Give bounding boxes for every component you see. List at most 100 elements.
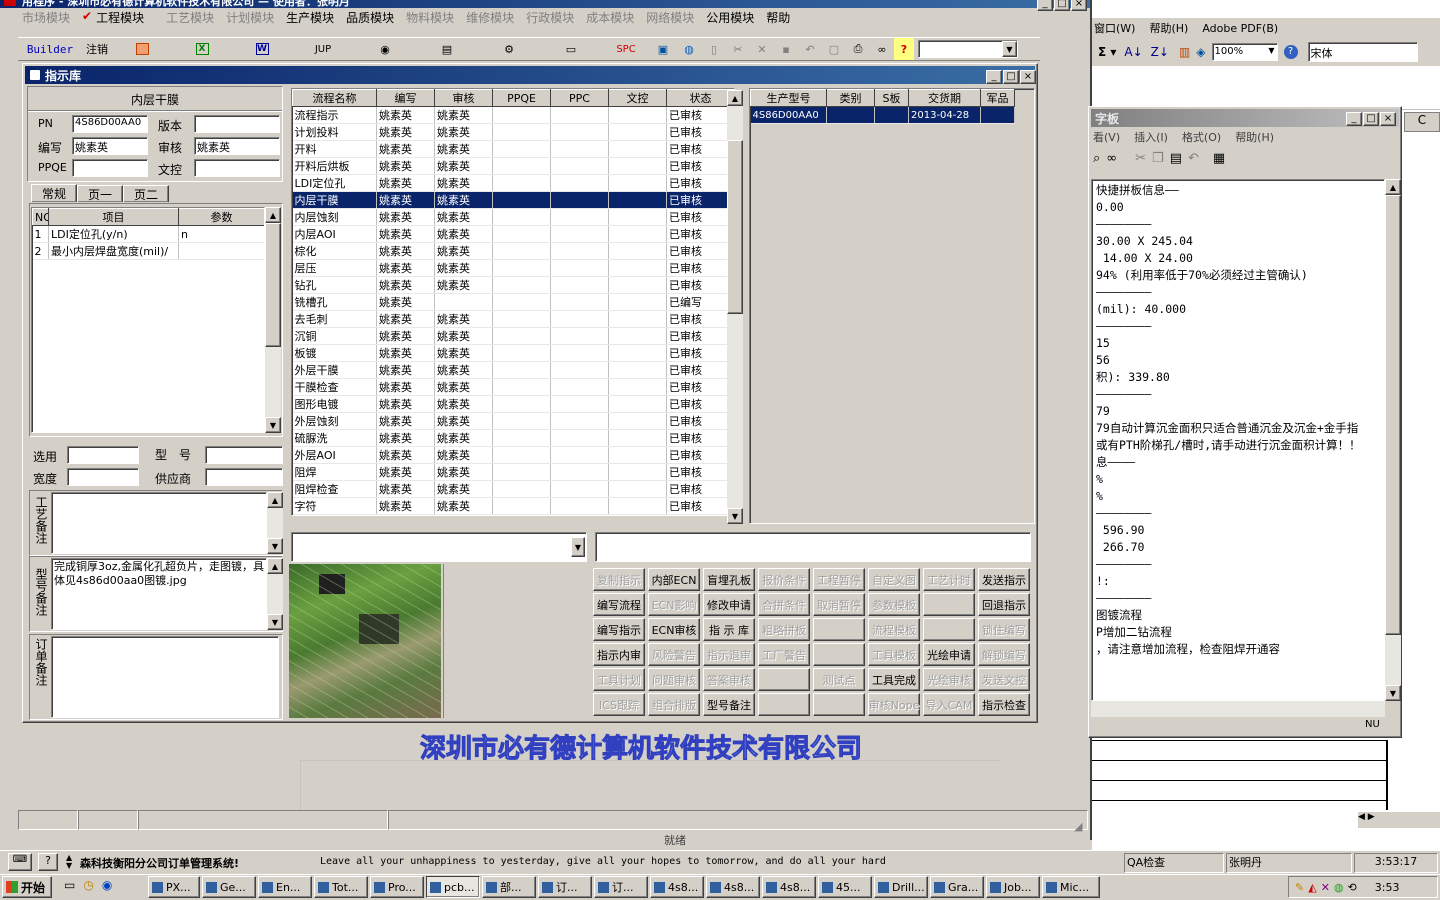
jup-button[interactable]: JUP xyxy=(292,38,354,60)
taskbar-item[interactable]: 部... xyxy=(482,876,536,898)
action-button[interactable]: 光绘审核 xyxy=(923,668,975,691)
writer-field[interactable]: 姚素英 xyxy=(72,137,148,155)
taskbar-item[interactable]: Pro... xyxy=(370,876,424,898)
sort-descending-icon[interactable]: Z↓ xyxy=(1151,45,1169,59)
save-icon[interactable]: ▣ xyxy=(650,38,676,60)
flow-row[interactable]: 铣槽孔 姚素英 已编写 xyxy=(292,293,734,311)
document-stack-icon[interactable]: ▤ xyxy=(416,38,478,60)
disk-icon[interactable]: ▪ xyxy=(774,38,798,60)
flow-row[interactable]: 外层干膜 姚素英 姚素英 已审核 xyxy=(292,361,734,379)
taskbar-item[interactable]: Job... xyxy=(986,876,1040,898)
action-button[interactable]: 自定义图 xyxy=(868,568,920,591)
pn-field[interactable]: 4S86D00AA0 xyxy=(72,115,148,133)
action-button[interactable]: 审核Nope xyxy=(868,693,920,716)
notepad-scrollbar[interactable]: ▲ ▼ xyxy=(1385,179,1401,701)
action-button[interactable] xyxy=(923,593,975,616)
param-col-value[interactable]: 参数 xyxy=(178,208,264,226)
action-button[interactable]: 组合排版 xyxy=(648,693,700,716)
minimize-button[interactable]: _ xyxy=(1346,112,1362,126)
doc-control-field[interactable] xyxy=(194,159,280,177)
menu-material[interactable]: 物料模块 xyxy=(406,9,454,27)
action-button[interactable]: 光绘申请 xyxy=(923,643,975,666)
action-button[interactable]: 编写流程 xyxy=(593,593,645,616)
model-row[interactable]: 4S86D00AA0 2013-04-28 xyxy=(750,106,1015,124)
taskbar-item[interactable]: 4s8... xyxy=(706,876,760,898)
scroll-down-icon[interactable]: ▼ xyxy=(1385,685,1401,701)
order-remark-text[interactable] xyxy=(51,636,279,718)
scroll-up-icon[interactable]: ▲ xyxy=(267,558,283,574)
flow-col-name[interactable]: 流程名称 xyxy=(292,89,377,107)
chevron-down-icon[interactable]: ▼ xyxy=(571,537,585,557)
ppqe-field[interactable] xyxy=(72,159,148,177)
taskbar-item[interactable]: PX... xyxy=(148,876,200,898)
undo-icon[interactable]: ↶ xyxy=(798,38,822,60)
flow-row[interactable]: 阻焊 姚素英 姚素英 已审核 xyxy=(292,463,734,481)
action-button[interactable]: 粗略拼板 xyxy=(758,618,810,641)
flow-row[interactable]: LDI定位孔 姚素英 姚素英 已审核 xyxy=(292,174,734,192)
help-icon[interactable]: ? xyxy=(38,853,58,871)
model-remark-text[interactable]: 完成铜厚3oz,金属化孔超负片，走图镀，具体见4s86d00aa0图镀.jpg xyxy=(51,558,267,630)
autosum-icon[interactable]: Σ ▾ xyxy=(1098,45,1116,59)
preview-icon[interactable]: ▢ xyxy=(822,38,846,60)
flow-row[interactable]: 图形电镀 姚素英 姚素英 已审核 xyxy=(292,395,734,413)
select-field[interactable] xyxy=(67,446,139,464)
flow-row[interactable]: 干膜检查 姚素英 姚素英 已审核 xyxy=(292,378,734,396)
start-button[interactable]: 开始 xyxy=(2,876,52,898)
font-box[interactable]: 宋体 xyxy=(1307,42,1418,62)
menu-engineering[interactable]: 工程模块 xyxy=(96,9,144,27)
flow-row[interactable]: 内层蚀刻 姚素英 姚素英 已审核 xyxy=(292,208,734,226)
resize-grip-icon[interactable]: ◢ xyxy=(1074,820,1082,833)
action-button[interactable]: 编写指示 xyxy=(593,618,645,641)
flow-row[interactable]: 去毛刺 姚素英 姚素英 已审核 xyxy=(292,310,734,328)
process-remark-text[interactable] xyxy=(51,492,267,554)
action-button[interactable]: 工具完成 xyxy=(868,668,920,691)
taskbar-item[interactable]: 4s8... xyxy=(650,876,704,898)
toolbar-combo[interactable]: ▼ xyxy=(918,40,1018,58)
paste-icon[interactable]: ▤ xyxy=(1170,151,1182,166)
model-col-due[interactable]: 交货期 xyxy=(908,89,981,107)
cut-icon[interactable]: ✂ xyxy=(726,38,750,60)
action-button[interactable]: 导入CAM xyxy=(923,693,975,716)
maximize-button[interactable]: □ xyxy=(1003,70,1019,84)
action-button[interactable] xyxy=(813,643,865,666)
flow-row[interactable]: 层压 姚素英 姚素英 已审核 xyxy=(292,259,734,277)
action-button[interactable]: 风险警告 xyxy=(648,643,700,666)
scroll-up-icon[interactable]: ▲ xyxy=(265,207,281,223)
action-button[interactable]: 锁住编写 xyxy=(978,618,1030,641)
close-button[interactable]: × xyxy=(1071,0,1087,11)
model-col-military[interactable]: 军品 xyxy=(980,89,1015,107)
action-button[interactable] xyxy=(813,618,865,641)
menu-network[interactable]: 网络模块 xyxy=(646,9,694,27)
param-row[interactable]: 1 LDI定位孔(y/n) n xyxy=(32,225,264,243)
keyboard-icon[interactable]: ⌨ xyxy=(8,853,32,871)
powerpoint-icon[interactable] xyxy=(112,38,172,60)
action-button[interactable]: 流程模板 xyxy=(868,618,920,641)
copy-icon[interactable]: ❐ xyxy=(1152,151,1164,166)
scroll-down-icon[interactable]: ▼ xyxy=(267,614,283,630)
excel-menu-window[interactable]: 窗口(W) xyxy=(1094,20,1135,36)
action-button[interactable]: ECN影响 xyxy=(648,593,700,616)
flow-row[interactable]: 外层AOI 姚素英 姚素英 已审核 xyxy=(292,446,734,464)
computer-icon[interactable]: ▭ xyxy=(540,38,602,60)
action-button[interactable]: 指示检查 xyxy=(978,693,1030,716)
scroll-down-icon[interactable]: ▼ xyxy=(265,417,281,433)
action-button[interactable]: ECN审核 xyxy=(648,618,700,641)
flow-col-reviewer[interactable]: 审核 xyxy=(434,89,493,107)
tray-refresh-icon[interactable]: ⟲ xyxy=(1348,881,1357,894)
flow-row[interactable]: 棕化 姚素英 姚素英 已审核 xyxy=(292,242,734,260)
action-button[interactable] xyxy=(758,693,810,716)
reviewer-field[interactable]: 姚素英 xyxy=(194,137,280,155)
minimize-button[interactable]: _ xyxy=(986,70,1002,84)
excel-menu-help[interactable]: 帮助(H) xyxy=(1149,20,1188,36)
flow-row[interactable]: 字符 姚素英 姚素英 已审核 xyxy=(292,497,734,515)
action-button[interactable]: 解锁编写 xyxy=(978,643,1030,666)
close-button[interactable]: × xyxy=(1020,70,1036,84)
model-col-s[interactable]: S板 xyxy=(874,89,909,107)
action-button[interactable]: 工厂警告 xyxy=(758,643,810,666)
model-field[interactable] xyxy=(205,446,283,464)
flow-row[interactable]: 钻孔 姚素英 姚素英 已审核 xyxy=(292,276,734,294)
supplier-field[interactable] xyxy=(205,468,283,486)
notepad-text-area[interactable]: 快捷拼板信息—— 0.00 ———————— 30.00 X 245.04 14.00… xyxy=(1091,179,1385,701)
flow-row[interactable]: 板镀 姚素英 姚素英 已审核 xyxy=(292,344,734,362)
tray-graph-icon[interactable]: ◭ xyxy=(1308,881,1316,894)
